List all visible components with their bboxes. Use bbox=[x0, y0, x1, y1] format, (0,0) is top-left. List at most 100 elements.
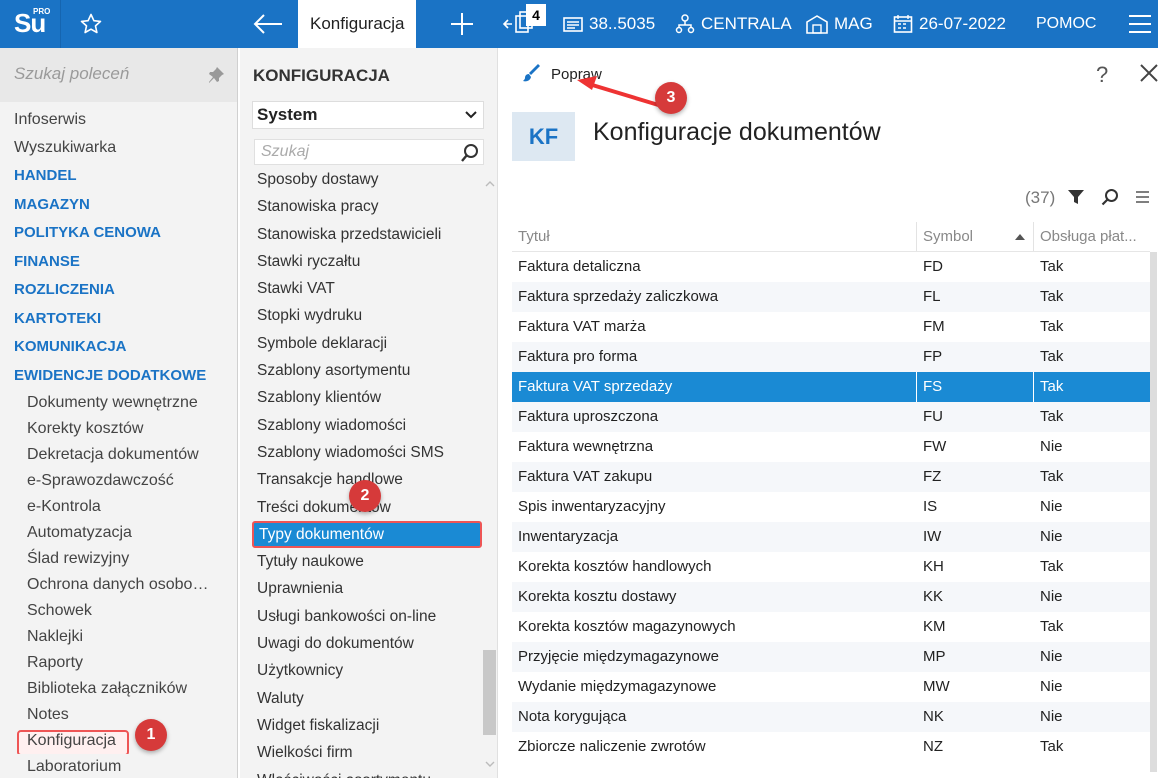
branch-selector[interactable]: CENTRALA bbox=[675, 0, 792, 48]
table-row[interactable]: Faktura wewnętrzna FW Nie bbox=[512, 432, 1150, 462]
column-header-title[interactable]: Tytuł bbox=[512, 222, 917, 251]
config-item-14[interactable]: Tytuły naukowe bbox=[252, 548, 482, 575]
config-item-2[interactable]: Stanowiska przedstawicieli bbox=[252, 221, 482, 248]
config-item-21[interactable]: Wielkości firm bbox=[252, 739, 482, 766]
config-item-3[interactable]: Stawki ryczałtu bbox=[252, 248, 482, 275]
warehouse-selector[interactable]: MAG bbox=[806, 0, 873, 48]
cell-payment: Tak bbox=[1040, 558, 1064, 575]
tab-konfiguracja[interactable]: Konfiguracja bbox=[298, 0, 416, 48]
hamburger-menu-icon[interactable] bbox=[1128, 14, 1152, 34]
close-icon[interactable] bbox=[1140, 64, 1158, 82]
plus-icon[interactable] bbox=[449, 11, 475, 37]
nav-item-23[interactable]: Konfiguracja bbox=[0, 728, 237, 754]
nav-item-10[interactable]: Dokumenty wewnętrzne bbox=[0, 390, 237, 416]
table-row[interactable]: Faktura VAT zakupu FZ Tak bbox=[512, 462, 1150, 492]
columns-menu-icon[interactable] bbox=[1136, 191, 1149, 203]
config-item-4[interactable]: Stawki VAT bbox=[252, 275, 482, 302]
nav-item-5[interactable]: FINANSE bbox=[0, 248, 237, 277]
nav-item-2[interactable]: HANDEL bbox=[0, 162, 237, 191]
table-row[interactable]: Korekta kosztów magazynowych KM Tak bbox=[512, 612, 1150, 642]
config-item-7[interactable]: Szablony asortymentu bbox=[252, 357, 482, 384]
table-row[interactable]: Wydanie międzymagazynowe MW Nie bbox=[512, 672, 1150, 702]
config-item-19[interactable]: Waluty bbox=[252, 685, 482, 712]
nav-item-13[interactable]: e-Sprawozdawczość bbox=[0, 468, 237, 494]
nav-item-label: KARTOTEKI bbox=[14, 309, 102, 327]
table-row[interactable]: Spis inwentaryzacyjny IS Nie bbox=[512, 492, 1150, 522]
config-item-6[interactable]: Symbole deklaracji bbox=[252, 330, 482, 357]
nav-item-label: e-Sprawozdawczość bbox=[27, 472, 174, 489]
nav-item-21[interactable]: Biblioteka załączników bbox=[0, 676, 237, 702]
table-scrollbar[interactable] bbox=[1150, 252, 1157, 772]
command-search[interactable]: Szukaj poleceń bbox=[0, 48, 237, 102]
star-icon[interactable] bbox=[79, 12, 103, 36]
cell-payment: Nie bbox=[1040, 708, 1063, 725]
config-item-20[interactable]: Widget fiskalizacji bbox=[252, 712, 482, 739]
table-row[interactable]: Korekta kosztu dostawy KK Nie bbox=[512, 582, 1150, 612]
column-header-symbol[interactable]: Symbol bbox=[917, 222, 1034, 251]
search-icon[interactable] bbox=[1101, 188, 1119, 206]
config-item-13[interactable]: Typy dokumentów bbox=[252, 520, 482, 549]
account-selector[interactable]: 38..5035 bbox=[563, 0, 655, 48]
help-link[interactable]: POMOC bbox=[1036, 0, 1096, 48]
pin-icon[interactable] bbox=[207, 66, 225, 84]
back-arrow-icon[interactable] bbox=[252, 12, 284, 36]
help-button[interactable]: ? bbox=[1096, 62, 1108, 88]
table-row[interactable]: Faktura VAT marża FM Tak bbox=[512, 312, 1150, 342]
nav-item-14[interactable]: e-Kontrola bbox=[0, 494, 237, 520]
cell-symbol: FZ bbox=[923, 468, 942, 485]
open-windows-button[interactable]: 4 bbox=[502, 4, 546, 40]
nav-item-17[interactable]: Ochrona danych osobo… bbox=[0, 572, 237, 598]
nav-item-19[interactable]: Naklejki bbox=[0, 624, 237, 650]
nav-item-label: Wyszukiwarka bbox=[14, 139, 117, 156]
table-row[interactable]: Faktura detaliczna FD Tak bbox=[512, 252, 1150, 282]
table-row[interactable]: Inwentaryzacja IW Nie bbox=[512, 522, 1150, 552]
table-row[interactable]: Faktura sprzedaży zaliczkowa FL Tak bbox=[512, 282, 1150, 312]
config-item-5[interactable]: Stopki wydruku bbox=[252, 302, 482, 329]
nav-list: Infoserwis Wyszukiwarka HANDEL MAGAZYN POLIT… bbox=[0, 102, 237, 778]
config-item-18[interactable]: Użytkownicy bbox=[252, 657, 482, 684]
nav-item-15[interactable]: Automatyzacja bbox=[0, 520, 237, 546]
nav-item-6[interactable]: ROZLICZENIA bbox=[0, 276, 237, 305]
table-row[interactable]: Korekta kosztów handlowych KH Tak bbox=[512, 552, 1150, 582]
column-header-payment[interactable]: Obsługa płat... bbox=[1034, 222, 1150, 251]
nav-item-8[interactable]: KOMUNIKACJA bbox=[0, 333, 237, 362]
search-icon[interactable] bbox=[460, 143, 480, 163]
config-item-8[interactable]: Szablony klientów bbox=[252, 384, 482, 411]
nav-item-3[interactable]: MAGAZYN bbox=[0, 191, 237, 220]
app-logo[interactable]: Su PRO bbox=[0, 0, 61, 48]
filter-icon[interactable] bbox=[1067, 188, 1085, 206]
config-item-0[interactable]: Sposoby dostawy bbox=[252, 166, 482, 193]
scroll-thumb[interactable] bbox=[483, 650, 496, 735]
nav-item-1[interactable]: Wyszukiwarka bbox=[0, 134, 237, 162]
table-row[interactable]: Faktura pro forma FP Tak bbox=[512, 342, 1150, 372]
table-row[interactable]: Faktura uproszczona FU Tak bbox=[512, 402, 1150, 432]
table-row[interactable]: Przyjęcie międzymagazynowe MP Nie bbox=[512, 642, 1150, 672]
nav-item-11[interactable]: Korekty kosztów bbox=[0, 416, 237, 442]
brush-icon bbox=[523, 64, 540, 82]
config-search-input[interactable]: Szukaj bbox=[254, 139, 484, 165]
config-item-17[interactable]: Uwagi do dokumentów bbox=[252, 630, 482, 657]
nav-item-12[interactable]: Dekretacja dokumentów bbox=[0, 442, 237, 468]
nav-item-18[interactable]: Schowek bbox=[0, 598, 237, 624]
nav-item-0[interactable]: Infoserwis bbox=[0, 106, 237, 134]
nav-item-9[interactable]: EWIDENCJE DODATKOWE bbox=[0, 362, 237, 391]
config-item-10[interactable]: Szablony wiadomości SMS bbox=[252, 439, 482, 466]
table-row[interactable]: Faktura VAT sprzedaży FS Tak bbox=[512, 372, 1150, 402]
nav-item-7[interactable]: KARTOTEKI bbox=[0, 305, 237, 334]
nav-item-22[interactable]: Notes bbox=[0, 702, 237, 728]
table-row[interactable]: Zbiorcze naliczenie zwrotów NZ Tak bbox=[512, 732, 1150, 762]
nav-item-24[interactable]: Laboratorium bbox=[0, 754, 237, 778]
cell-payment: Nie bbox=[1040, 588, 1063, 605]
nav-item-16[interactable]: Ślad rewizyjny bbox=[0, 546, 237, 572]
cell-payment: Tak bbox=[1040, 318, 1064, 335]
config-item-22[interactable]: Właściwości asortymentu bbox=[252, 767, 482, 778]
config-item-9[interactable]: Szablony wiadomości bbox=[252, 412, 482, 439]
category-select[interactable]: System bbox=[252, 101, 484, 129]
config-item-1[interactable]: Stanowiska pracy bbox=[252, 193, 482, 220]
config-item-15[interactable]: Uprawnienia bbox=[252, 575, 482, 602]
table-row[interactable]: Nota korygująca NK Nie bbox=[512, 702, 1150, 732]
nav-item-20[interactable]: Raporty bbox=[0, 650, 237, 676]
date-selector[interactable]: 26-07-2022 bbox=[893, 0, 1006, 48]
config-item-16[interactable]: Usługi bankowości on-line bbox=[252, 603, 482, 630]
nav-item-4[interactable]: POLITYKA CENOWA bbox=[0, 219, 237, 248]
